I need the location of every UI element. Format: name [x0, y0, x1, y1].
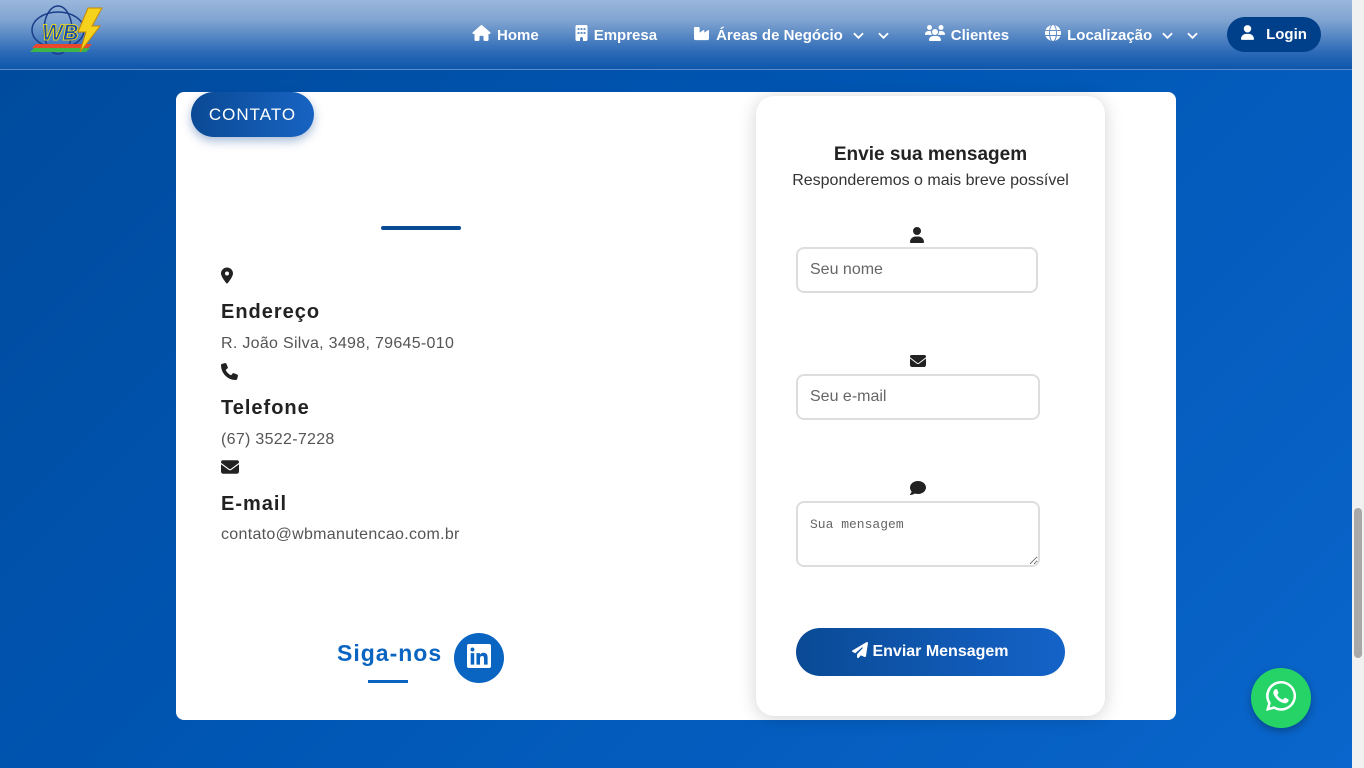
- login-button[interactable]: Login: [1227, 17, 1321, 52]
- form-subtitle: Responderemos o mais breve possível: [792, 172, 1069, 189]
- name-input[interactable]: [796, 247, 1038, 293]
- follow-underline: [368, 680, 408, 683]
- user-icon: [1241, 25, 1255, 44]
- nav-areas-label: Áreas de Negócio: [716, 26, 843, 44]
- contact-card: CONTATO Endereço R. João Silva, 3498, 79…: [176, 92, 1176, 720]
- nav-home-label: Home: [497, 26, 539, 44]
- phone-title: Telefone: [221, 397, 310, 419]
- company-logo[interactable]: WB: [28, 4, 106, 56]
- message-form: Envie sua mensagem Responderemos o mais …: [756, 96, 1105, 716]
- email-value[interactable]: contato@wbmanutencao.com.br: [221, 526, 460, 544]
- email-title: E-mail: [221, 493, 288, 515]
- envelope-icon: [910, 354, 926, 372]
- form-title: Envie sua mensagem: [833, 144, 1028, 165]
- nav-home[interactable]: Home: [472, 25, 539, 45]
- send-message-label: Enviar Mensagem: [872, 643, 1009, 660]
- nav-clientes[interactable]: Clientes: [924, 25, 1010, 45]
- whatsapp-button[interactable]: [1251, 668, 1311, 728]
- nav-areas-de-negocio[interactable]: Áreas de Negócio: [693, 26, 889, 45]
- address-title: Endereço: [221, 301, 321, 323]
- user-icon: [910, 227, 924, 248]
- follow-us-heading: Siga-nos: [337, 640, 443, 666]
- nav-localizacao-label: Localização: [1067, 26, 1153, 44]
- phone-value: (67) 3522-7228: [221, 431, 335, 448]
- envelope-icon: [221, 460, 239, 479]
- nav-empresa[interactable]: Empresa: [575, 25, 657, 45]
- chevron-down-icon[interactable]: [1187, 27, 1198, 44]
- main-nav: Home Empresa Áreas de Negócio Clientes L…: [472, 17, 1198, 53]
- send-message-button[interactable]: Enviar Mensagem: [796, 628, 1065, 676]
- globe-icon: [1045, 25, 1062, 45]
- paper-plane-icon: [852, 641, 869, 663]
- address-value: R. João Silva, 3498, 79645-010: [221, 335, 455, 352]
- linkedin-icon: [467, 643, 491, 673]
- site-header: WB Home Empresa Áreas de Negócio Cliente…: [0, 0, 1352, 70]
- chevron-down-icon[interactable]: [853, 27, 864, 44]
- nav-empresa-label: Empresa: [593, 26, 658, 44]
- chevron-down-icon[interactable]: [878, 27, 889, 44]
- comment-icon: [909, 481, 926, 500]
- chevron-down-icon[interactable]: [1162, 27, 1173, 44]
- nav-clientes-label: Clientes: [950, 26, 1010, 44]
- building-icon: [575, 25, 588, 45]
- whatsapp-icon: [1266, 680, 1297, 716]
- title-underline: [381, 226, 461, 230]
- login-label: Login: [1266, 26, 1307, 43]
- message-textarea[interactable]: [796, 501, 1040, 567]
- phone-icon: [221, 363, 238, 385]
- scrollbar-thumb[interactable]: [1354, 508, 1362, 658]
- linkedin-button[interactable]: [454, 633, 504, 683]
- contact-badge: CONTATO: [191, 92, 314, 137]
- nav-localizacao[interactable]: Localização: [1045, 25, 1198, 45]
- email-input[interactable]: [796, 374, 1040, 420]
- users-icon: [924, 25, 945, 45]
- svg-text:WB: WB: [42, 20, 79, 45]
- map-marker-icon: [221, 267, 233, 289]
- page-scrollbar[interactable]: [1352, 0, 1364, 768]
- home-icon: [472, 25, 491, 45]
- industry-icon: [693, 26, 710, 45]
